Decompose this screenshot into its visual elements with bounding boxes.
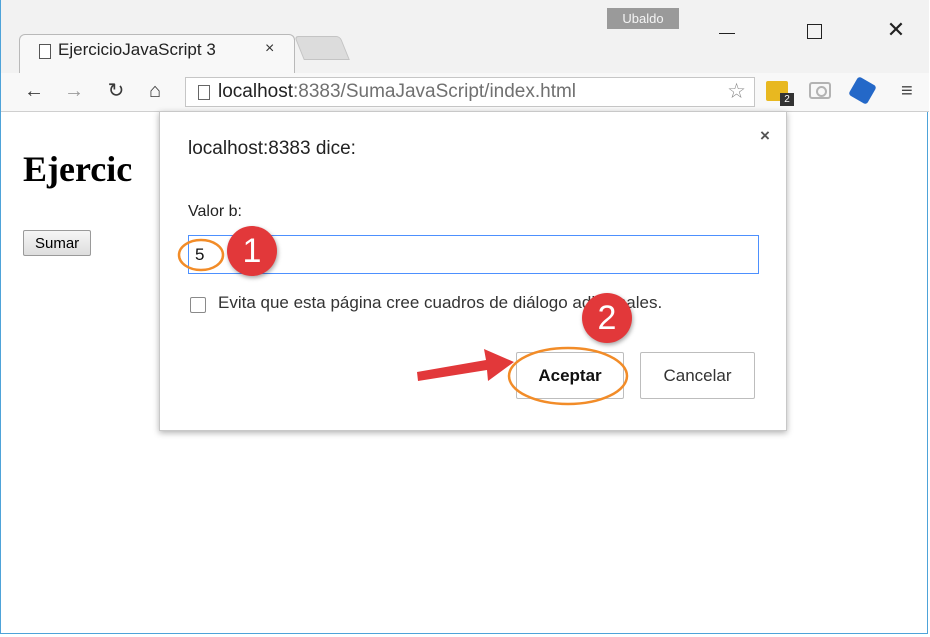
- suppress-dialogs-checkbox[interactable]: [190, 297, 206, 313]
- maximize-button[interactable]: [799, 16, 829, 46]
- sumar-button[interactable]: Sumar: [23, 230, 92, 256]
- url-path: :8383/SumaJavaScript/index.html: [293, 81, 577, 102]
- dialog-title: localhost:8383 dice:: [188, 138, 356, 159]
- step-marker-1: 1: [227, 226, 277, 276]
- title-bar: Ubaldo ✕ EjercicioJavaScript 3 ×: [1, 0, 929, 74]
- url-text[interactable]: localhost:8383/SumaJavaScript/index.html: [218, 81, 576, 103]
- minimize-button[interactable]: [712, 16, 742, 46]
- page-icon: [39, 44, 51, 59]
- bookmark-star-icon[interactable]: ☆: [727, 79, 746, 104]
- tab-title: EjercicioJavaScript 3: [58, 40, 216, 59]
- cancel-button[interactable]: Cancelar: [640, 352, 755, 399]
- menu-icon[interactable]: ≡: [901, 76, 913, 106]
- toolbar: ← → ↻ ⌂ localhost:8383/SumaJavaScript/in…: [1, 73, 929, 112]
- forward-button[interactable]: →: [63, 76, 85, 106]
- new-tab-button[interactable]: [294, 36, 350, 60]
- url-host: localhost: [218, 81, 293, 102]
- profile-badge[interactable]: Ubaldo: [607, 8, 679, 29]
- camera-extension-icon[interactable]: [809, 82, 831, 99]
- close-icon: ✕: [886, 18, 906, 43]
- close-window-button[interactable]: ✕: [881, 16, 911, 46]
- dialog-close-button[interactable]: ×: [760, 126, 770, 146]
- reload-button[interactable]: ↻: [105, 76, 127, 106]
- address-bar[interactable]: localhost:8383/SumaJavaScript/index.html…: [185, 77, 755, 107]
- accept-button[interactable]: Aceptar: [516, 352, 624, 399]
- extension-notes-icon[interactable]: 2: [766, 81, 794, 106]
- step-marker-2: 2: [582, 293, 632, 343]
- cube-extension-icon[interactable]: [848, 76, 877, 105]
- extension-badge: 2: [780, 93, 794, 106]
- home-button[interactable]: ⌂: [144, 76, 166, 106]
- tab-active[interactable]: EjercicioJavaScript 3 ×: [19, 34, 295, 74]
- tab-close-button[interactable]: ×: [265, 40, 274, 58]
- prompt-label: Valor b:: [188, 203, 242, 220]
- page-title: Ejercic: [23, 149, 133, 189]
- page-info-icon[interactable]: [198, 85, 210, 100]
- back-button[interactable]: ←: [23, 76, 45, 106]
